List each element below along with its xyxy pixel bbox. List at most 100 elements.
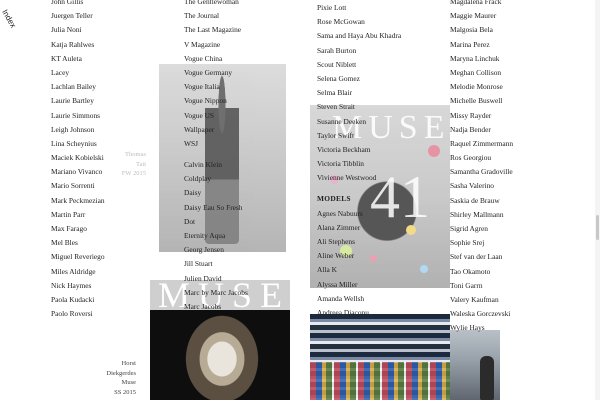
list-item[interactable]: Vogue Germany (184, 66, 248, 80)
index-nav-link[interactable]: Index (0, 6, 32, 36)
list-item[interactable]: Lachlan Bailey (51, 80, 105, 94)
list-item[interactable]: Nick Haymes (51, 279, 105, 293)
list-item[interactable]: Pixie Lott (317, 1, 401, 15)
list-item[interactable]: Marc by Marc Jacobs (184, 286, 248, 300)
list-item[interactable]: Georg Jensen (184, 243, 248, 257)
list-item[interactable]: Shirley Mallmann (450, 208, 513, 222)
list-item[interactable]: Taylor Swift (317, 129, 401, 143)
list-item[interactable]: Scout Niblett (317, 58, 401, 72)
list-item[interactable]: Daisy (184, 186, 248, 200)
list-item[interactable]: Selma Blair (317, 86, 401, 100)
list-item[interactable]: Waleska Gorczevski (450, 307, 513, 321)
scrollbar-thumb[interactable] (596, 215, 599, 240)
list-item[interactable]: Samantha Gradoville (450, 165, 513, 179)
models-list: Magdalena Frack Maggie Maurer Malgosia Bel… (450, 0, 513, 336)
list-item[interactable]: Vivienne Westwood (317, 171, 401, 185)
list-item[interactable]: Lacey (51, 66, 105, 80)
list-item[interactable]: Alyssa Miller (317, 278, 401, 292)
page-scrollbar[interactable] (595, 0, 600, 400)
list-item[interactable]: Mariano Vivanco (51, 165, 105, 179)
list-item[interactable]: Agnes Nabuurs (317, 207, 401, 221)
list-item[interactable]: Wylie Hays (450, 321, 513, 335)
list-item[interactable]: Stef van der Laan (450, 250, 513, 264)
list-item[interactable]: Julia Noni (51, 23, 105, 37)
list-item[interactable]: Ali Stephens (317, 235, 401, 249)
list-item[interactable]: Selena Gomez (317, 72, 401, 86)
list-item[interactable]: Coldplay (184, 172, 248, 186)
list-item[interactable]: Sama and Haya Abu Khadra (317, 29, 401, 43)
list-item[interactable]: V Magazine (184, 38, 248, 52)
list-item[interactable]: Susanne Deeken (317, 115, 401, 129)
list-item[interactable]: Andreea Diaconu (317, 306, 401, 320)
list-item[interactable]: Meghan Collison (450, 66, 513, 80)
list-item[interactable]: Rose McGowan (317, 15, 401, 29)
list-item[interactable]: Leigh Johnson (51, 123, 105, 137)
list-item[interactable]: Sarah Burton (317, 44, 401, 58)
list-item[interactable]: WSJ (184, 137, 248, 151)
list-item[interactable]: Vogue Nippon (184, 94, 248, 108)
list-item[interactable]: Daisy Eau So Fresh (184, 201, 248, 215)
list-item[interactable]: Toni Garrn (450, 279, 513, 293)
list-item[interactable]: Sophie Srej (450, 236, 513, 250)
list-item[interactable]: Katja Rahlwes (51, 38, 105, 52)
list-item[interactable]: Miles Aldridge (51, 265, 105, 279)
list-item[interactable]: Vogue US (184, 109, 248, 123)
list-item[interactable]: The Gentlewoman (184, 0, 248, 9)
list-item[interactable]: Lina Scheynius (51, 137, 105, 151)
list-item[interactable]: Dot (184, 215, 248, 229)
list-item[interactable]: Paola Kudacki (51, 293, 105, 307)
list-item[interactable]: Maggie Maurer (450, 9, 513, 23)
list-item[interactable]: Maryna Linchuk (450, 52, 513, 66)
caption-line: Horst (121, 360, 136, 367)
list-item[interactable]: Missy Rayder (450, 109, 513, 123)
list-item[interactable]: Vogue China (184, 52, 248, 66)
list-item[interactable]: Nadja Bender (450, 123, 513, 137)
list-item[interactable]: Sasha Valerino (450, 179, 513, 193)
list-item[interactable]: Marc Jacobs (184, 300, 248, 314)
list-item[interactable]: Max Farago (51, 222, 105, 236)
list-item[interactable]: Valery Kaufman (450, 293, 513, 307)
caption-line: Thomas (125, 151, 146, 158)
list-item[interactable]: Eternity Aqua (184, 229, 248, 243)
list-item[interactable]: Mel Bles (51, 236, 105, 250)
list-item[interactable]: Calvin Klein (184, 158, 248, 172)
list-item[interactable]: Martin Parr (51, 208, 105, 222)
list-item[interactable]: John Gillis (51, 0, 105, 9)
list-item[interactable]: Sigrid Agren (450, 222, 513, 236)
list-item[interactable]: Mario Sorrenti (51, 179, 105, 193)
list-item[interactable]: Miguel Reveriego (51, 250, 105, 264)
list-item[interactable]: KT Auleta (51, 52, 105, 66)
list-item[interactable]: Jill Stuart (184, 257, 248, 271)
list-item[interactable]: Laurie Simmons (51, 109, 105, 123)
list-item[interactable]: Juergen Teller (51, 9, 105, 23)
list-item[interactable]: Laurie Bartley (51, 94, 105, 108)
list-item[interactable]: Ros Georgiou (450, 151, 513, 165)
list-item[interactable]: Paolo Roversi (51, 307, 105, 321)
list-item[interactable]: Julien David (184, 272, 248, 286)
list-item[interactable]: Magdalena Frack (450, 0, 513, 9)
list-item[interactable]: Saskia de Brauw (450, 194, 513, 208)
list-item[interactable]: Melodie Monrose (450, 80, 513, 94)
list-item[interactable]: The Journal (184, 9, 248, 23)
list-item[interactable]: The Last Magazine (184, 23, 248, 37)
list-item[interactable]: Malgosia Bela (450, 23, 513, 37)
list-item[interactable]: Marina Perez (450, 38, 513, 52)
list-item[interactable]: Alana Zimmer (317, 221, 401, 235)
list-item[interactable]: Alla K (317, 263, 401, 277)
glitch-band (310, 362, 450, 400)
list-item[interactable]: Michelle Buswell (450, 94, 513, 108)
list-item[interactable]: Vogue Italia (184, 80, 248, 94)
list-item[interactable]: Victoria Beckham (317, 143, 401, 157)
street-photo[interactable] (450, 330, 500, 400)
list-item[interactable]: Victoria Tibblin (317, 157, 401, 171)
list-item[interactable]: Tao Okamoto (450, 265, 513, 279)
list-item[interactable]: Aline Weber (317, 249, 401, 263)
list-item[interactable]: Wallpaper (184, 123, 248, 137)
list-item[interactable]: Steven Strait (317, 100, 401, 114)
list-item[interactable]: Maciek Kobielski (51, 151, 105, 165)
caption-line: SS 2015 (114, 388, 136, 396)
glitch-art-photo[interactable] (310, 314, 450, 400)
list-item[interactable]: Mark Peckmezian (51, 194, 105, 208)
list-item[interactable]: Amanda Wellsh (317, 292, 401, 306)
list-item[interactable]: Raquel Zimmermann (450, 137, 513, 151)
